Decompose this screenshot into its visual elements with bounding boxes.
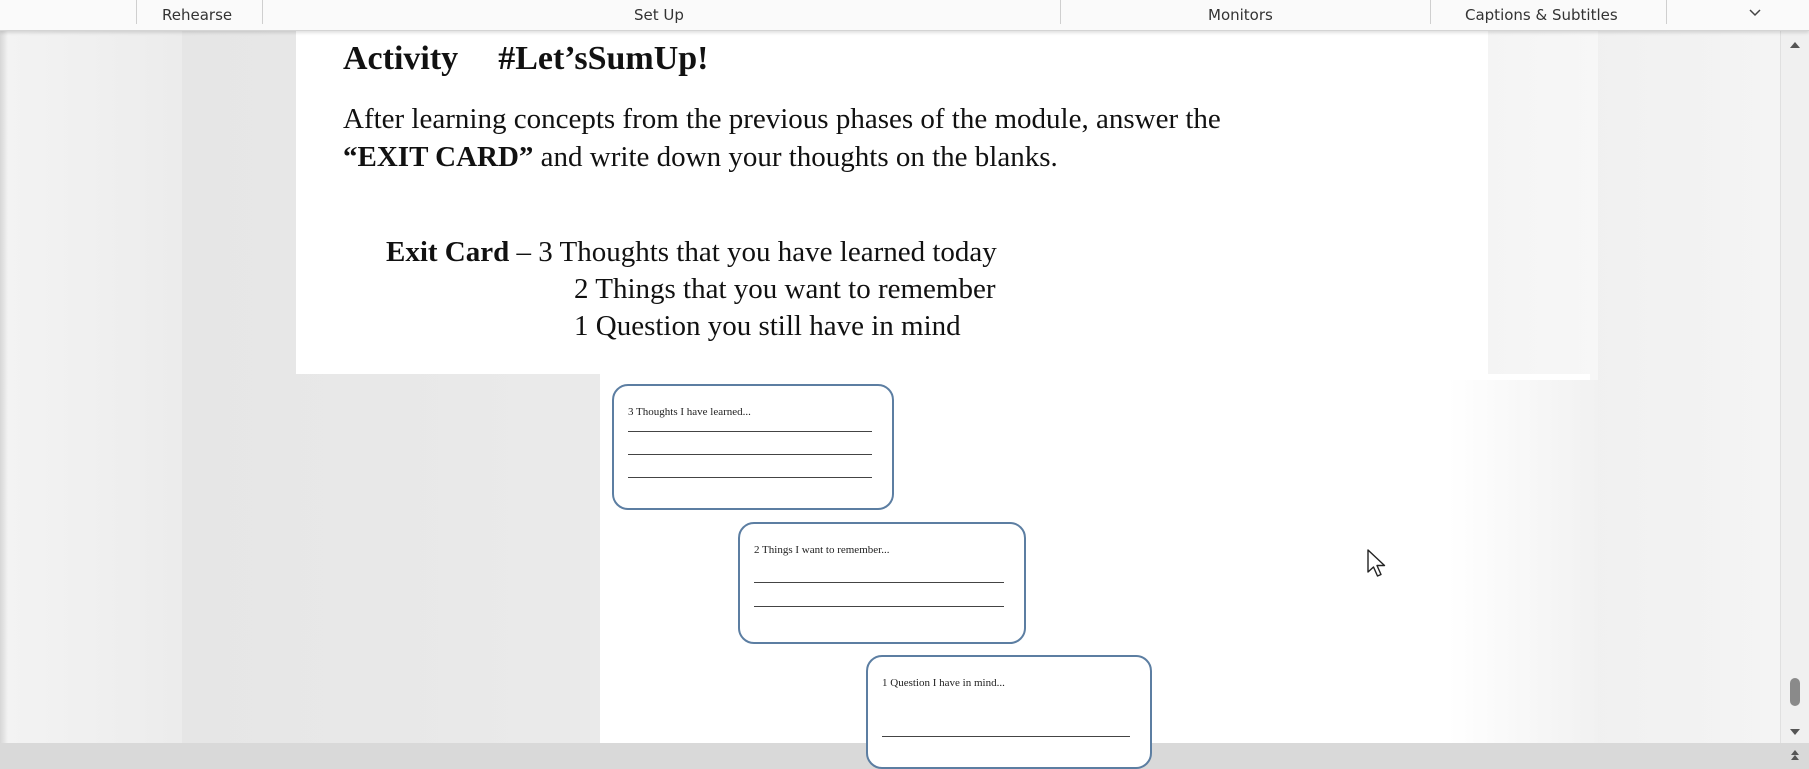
blank-line bbox=[628, 477, 872, 478]
previous-slide-button[interactable] bbox=[1790, 749, 1800, 764]
ribbon-group-set-up[interactable]: Set Up bbox=[634, 6, 684, 24]
exit-card-line-1-rest: – 3 Thoughts that you have learned today bbox=[509, 236, 997, 268]
ribbon-group-labels: Rehearse Set Up Monitors Captions & Subt… bbox=[0, 0, 1809, 31]
scroll-down-button[interactable] bbox=[1789, 727, 1801, 739]
scrollbar-thumb[interactable] bbox=[1790, 678, 1800, 706]
activity-title: Activity #Let’sSumUp! bbox=[343, 40, 709, 78]
card-label-things: 2 Things I want to remember... bbox=[754, 544, 890, 556]
ribbon-separator bbox=[1060, 0, 1061, 24]
exit-card-heading: Exit Card bbox=[386, 236, 510, 268]
document-image-edge bbox=[1448, 380, 1598, 743]
instruction-line-2: “EXIT CARD” and write down your thoughts… bbox=[343, 138, 1463, 176]
mouse-pointer-icon bbox=[1367, 549, 1386, 577]
exit-card-line-1: Exit Card – 3 Thoughts that you have lea… bbox=[386, 234, 997, 271]
exit-card-things: 2 Things I want to remember... bbox=[738, 522, 1026, 644]
exit-card-line-3: 1 Question you still have in mind bbox=[574, 310, 961, 342]
scroll-up-button[interactable] bbox=[1789, 40, 1801, 52]
activity-hashtag: #Let’sSumUp! bbox=[498, 40, 709, 77]
blank-line bbox=[754, 582, 1004, 583]
ribbon-group-rehearse[interactable]: Rehearse bbox=[162, 6, 232, 24]
chevron-down-icon bbox=[1749, 9, 1761, 17]
exit-card-question: 1 Question I have in mind... bbox=[866, 655, 1152, 769]
blank-line bbox=[882, 736, 1130, 737]
activity-label: Activity bbox=[343, 40, 459, 77]
ribbon-group-monitors[interactable]: Monitors bbox=[1208, 6, 1273, 24]
ribbon-separator bbox=[262, 0, 263, 24]
blank-line bbox=[628, 454, 872, 455]
triangle-up-icon bbox=[1790, 42, 1800, 48]
collapse-ribbon-button[interactable] bbox=[1743, 3, 1767, 25]
ribbon-separator bbox=[1666, 0, 1667, 24]
vertical-scrollbar[interactable] bbox=[1780, 30, 1809, 760]
instruction-line-2-rest: and write down your thoughts on the blan… bbox=[533, 141, 1058, 173]
exit-card-thoughts: 3 Thoughts I have learned... bbox=[612, 384, 894, 510]
ribbon-group-captions-subtitles[interactable]: Captions & Subtitles bbox=[1465, 6, 1618, 24]
exit-card-line-2: 2 Things that you want to remember bbox=[574, 273, 996, 305]
exit-card-description: Exit Card – 3 Thoughts that you have lea… bbox=[386, 234, 997, 345]
blank-line bbox=[628, 431, 872, 432]
card-label-thoughts: 3 Thoughts I have learned... bbox=[628, 406, 751, 418]
card-label-question: 1 Question I have in mind... bbox=[882, 677, 1005, 689]
triangle-down-icon bbox=[1790, 729, 1800, 735]
exit-card-emphasis: “EXIT CARD” bbox=[343, 141, 534, 173]
double-up-icon bbox=[1791, 750, 1799, 760]
instruction-paragraph: After learning concepts from the previou… bbox=[343, 100, 1463, 176]
ribbon-separator bbox=[136, 0, 137, 24]
ribbon-separator bbox=[1430, 0, 1431, 24]
blank-line bbox=[754, 606, 1004, 607]
instruction-line-1: After learning concepts from the previou… bbox=[343, 103, 1221, 135]
